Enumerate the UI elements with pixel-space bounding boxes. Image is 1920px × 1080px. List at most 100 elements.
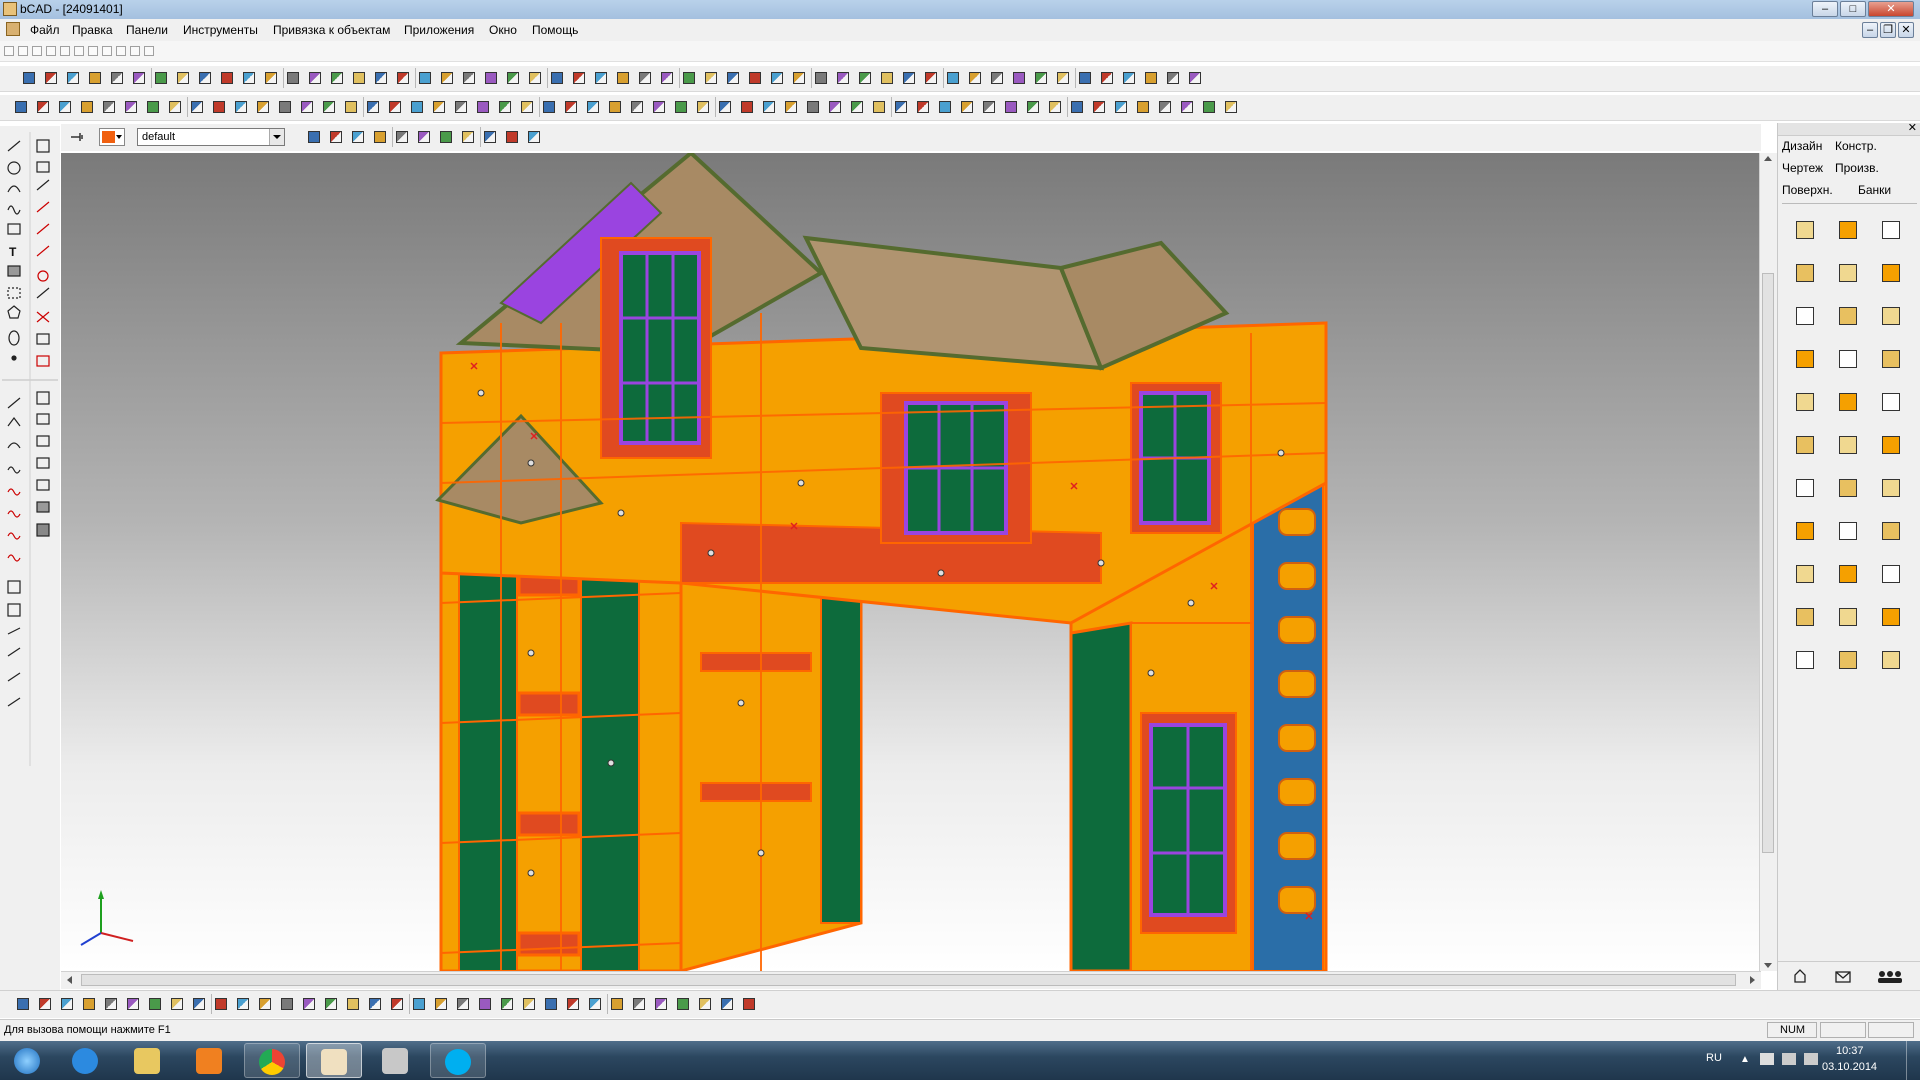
doc-restore-button[interactable]: ❐ (1880, 22, 1896, 38)
tab-drawing[interactable]: Чертеж (1782, 161, 1823, 175)
menu-object-snap[interactable]: Привязка к объектам (273, 23, 390, 37)
open-file-icon[interactable] (1098, 69, 1116, 87)
view-iso-icon[interactable] (320, 98, 338, 116)
rotate-icon[interactable] (614, 69, 632, 87)
snap-icon[interactable] (988, 69, 1006, 87)
render-icon[interactable] (430, 98, 448, 116)
new-file-icon[interactable] (20, 69, 38, 87)
color-picker[interactable] (99, 128, 125, 146)
zoom-window-icon[interactable] (386, 98, 404, 116)
pan-icon[interactable] (240, 69, 258, 87)
camera-icon[interactable] (254, 98, 272, 116)
texture-icon[interactable] (498, 995, 516, 1013)
doc-minimize-button[interactable]: – (1862, 22, 1878, 38)
boolean-icon[interactable] (344, 995, 362, 1013)
measure-icon[interactable] (1835, 647, 1861, 673)
light-icon[interactable] (652, 995, 670, 1013)
clock-time[interactable]: 10:37 (1836, 1045, 1864, 1057)
open-file-icon[interactable] (42, 69, 60, 87)
start-button[interactable] (2, 1043, 54, 1078)
zoom-in-icon[interactable] (1002, 98, 1020, 116)
box-view-icon[interactable] (371, 128, 389, 146)
render-icon[interactable] (650, 98, 668, 116)
primitive-cone-icon[interactable] (564, 995, 582, 1013)
tab-surfaces[interactable]: Поверхн. (1782, 183, 1833, 197)
box-icon[interactable] (1792, 389, 1818, 415)
shade-mode-icon[interactable] (415, 128, 433, 146)
properties-icon[interactable] (702, 69, 720, 87)
layer-select[interactable]: default (137, 128, 285, 146)
zoom-icon[interactable] (218, 69, 236, 87)
view-iso-icon[interactable] (540, 98, 558, 116)
view-icon[interactable] (306, 69, 324, 87)
taskbar-chrome[interactable] (244, 1043, 300, 1078)
select-panel-icon[interactable] (1792, 217, 1818, 243)
scroll-up-icon[interactable] (1764, 156, 1772, 161)
zoom-icon[interactable] (922, 69, 940, 87)
door-icon[interactable] (1835, 389, 1861, 415)
undo-icon[interactable] (526, 69, 544, 87)
pin-icon[interactable] (69, 129, 85, 145)
light-icon[interactable] (124, 995, 142, 1013)
vertical-scroll-thumb[interactable] (1762, 273, 1774, 853)
zoom-out-icon[interactable] (144, 98, 162, 116)
camera-icon[interactable] (1134, 98, 1152, 116)
maximize-button[interactable]: □ (1840, 1, 1866, 17)
tab-construction[interactable]: Констр. (1835, 139, 1877, 153)
menu-applications[interactable]: Приложения (404, 23, 474, 37)
hidden-line-icon[interactable] (349, 128, 367, 146)
doc-tab[interactable] (60, 46, 70, 56)
doc-tab[interactable] (4, 46, 14, 56)
doc-tab[interactable] (46, 46, 56, 56)
arrow-icon[interactable] (1878, 217, 1904, 243)
delete-panel-icon[interactable] (1835, 604, 1861, 630)
view-iso-icon[interactable] (1200, 98, 1218, 116)
shade-mode-icon[interactable] (305, 128, 323, 146)
view-iso-icon[interactable] (980, 98, 998, 116)
doc-tab[interactable] (130, 46, 140, 56)
paste-icon[interactable] (152, 69, 170, 87)
view-top-icon[interactable] (738, 98, 756, 116)
doc-tab[interactable] (144, 46, 154, 56)
view-front-icon[interactable] (56, 98, 74, 116)
fill-icon[interactable] (1878, 475, 1904, 501)
light-icon[interactable] (12, 98, 30, 116)
doc-tab[interactable] (102, 46, 112, 56)
undo-icon[interactable] (174, 69, 192, 87)
primitive-cone-icon[interactable] (388, 995, 406, 1013)
scroll-down-icon[interactable] (1764, 963, 1772, 968)
shade-mode-icon[interactable] (525, 128, 543, 146)
zoom-in-icon[interactable] (342, 98, 360, 116)
view-iso-icon[interactable] (100, 98, 118, 116)
tools-icon[interactable] (1792, 432, 1818, 458)
binoculars-icon[interactable] (503, 128, 521, 146)
paste-icon[interactable] (856, 69, 874, 87)
copy-icon[interactable] (834, 69, 852, 87)
scroll-left-icon[interactable] (67, 976, 72, 984)
texture-icon[interactable] (146, 995, 164, 1013)
render-icon[interactable] (210, 98, 228, 116)
network-icon[interactable] (1782, 1053, 1796, 1065)
menu-tools[interactable]: Инструменты (183, 23, 258, 37)
scroll-right-icon[interactable] (1750, 976, 1755, 984)
board-icon[interactable] (1835, 475, 1861, 501)
tab-production[interactable]: Произв. (1835, 161, 1879, 175)
primitive-torus-icon[interactable] (432, 995, 450, 1013)
column-icon[interactable] (1792, 475, 1818, 501)
save-icon[interactable] (1120, 69, 1138, 87)
horizontal-scrollbar[interactable] (61, 971, 1761, 989)
layer-icon[interactable] (328, 69, 346, 87)
view-front-icon[interactable] (716, 98, 734, 116)
primitive-box-icon[interactable] (718, 995, 736, 1013)
zoom-in-icon[interactable] (1222, 98, 1240, 116)
view-icon[interactable] (1010, 69, 1028, 87)
copy-icon[interactable] (130, 69, 148, 87)
save-icon[interactable] (64, 69, 82, 87)
view-icon[interactable] (658, 69, 676, 87)
view-iso-icon[interactable] (760, 98, 778, 116)
view-front-icon[interactable] (936, 98, 954, 116)
primitive-cone-icon[interactable] (212, 995, 230, 1013)
save-icon[interactable] (768, 69, 786, 87)
taskbar-media-player[interactable] (182, 1043, 238, 1078)
primitive-box-icon[interactable] (366, 995, 384, 1013)
